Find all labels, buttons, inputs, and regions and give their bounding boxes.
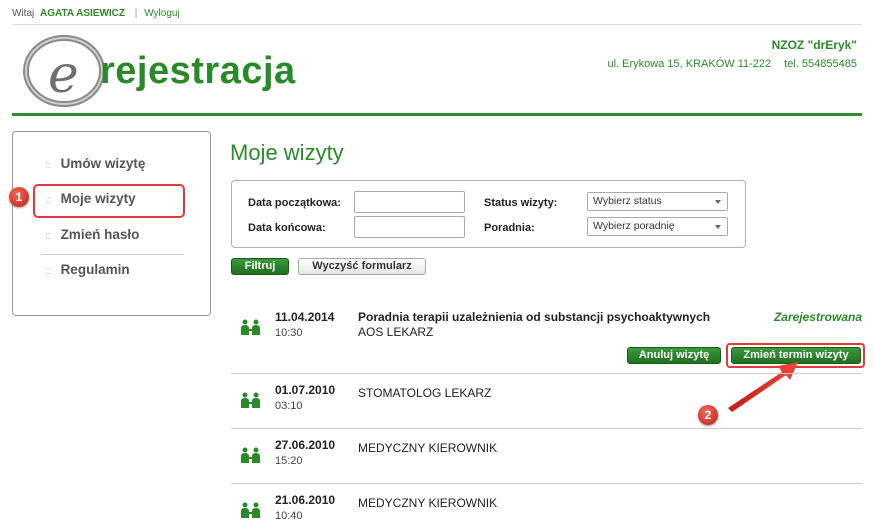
status-selected-value: Wybierz status	[593, 195, 662, 207]
cancel-visit-button[interactable]: Anuluj wizytę	[627, 347, 721, 364]
end-date-input[interactable]	[354, 216, 465, 238]
sidebar-item-regulamin[interactable]: :: Regulamin	[45, 262, 130, 277]
clinic-name: NZOZ "drEryk"	[771, 38, 857, 52]
visit-time: 03:10	[275, 400, 303, 412]
sidebar-item-umow-wizyte[interactable]: :: Umów wizytę	[45, 156, 145, 171]
username: AGATA ASIEWICZ	[40, 8, 126, 19]
visit-status: Zarejestrowana	[773, 310, 862, 324]
header-divider	[12, 113, 862, 116]
patient-doctor-icon	[241, 447, 260, 463]
visit-time: 15:20	[275, 455, 303, 467]
visit-date: 21.06.2010	[275, 493, 336, 507]
sidebar-divider	[41, 254, 184, 255]
visit-date: 01.07.2010	[275, 383, 336, 397]
logout-link[interactable]: Wyloguj	[144, 8, 179, 19]
sidebar-item-moje-wizyty[interactable]: :: Moje wizyty	[45, 191, 136, 206]
chevron-down-icon	[715, 225, 721, 229]
clinic-phone: tel. 554855485	[784, 58, 857, 70]
visit-time: 10:30	[275, 327, 303, 339]
clinic-info: NZOZ "drEryk" ul. Erykowa 15, KRAKÓW 11-…	[597, 38, 857, 70]
visit-doctor: STOMATOLOG LEKARZ	[358, 386, 492, 400]
sidebar-item-label: Regulamin	[60, 262, 130, 277]
status-label: Status wizyty:	[484, 197, 558, 209]
chevron-down-icon	[715, 200, 721, 204]
clinic-select[interactable]: Wybierz poradnię	[587, 217, 728, 236]
visit-doctor: AOS LEKARZ	[358, 325, 434, 339]
sidebar-bullet: ::	[45, 160, 51, 171]
page-title: Moje wizyty	[230, 140, 344, 165]
clinic-address: ul. Erykowa 15, KRAKÓW 11-222	[607, 58, 772, 70]
visit-time: 10:40	[275, 510, 303, 522]
clinic-label: Poradnia:	[484, 222, 535, 234]
patient-doctor-icon	[241, 319, 260, 335]
sidebar-bullet: ::	[45, 231, 51, 242]
sidebar-bullet: ::	[45, 266, 51, 277]
sidebar-item-label: Umów wizytę	[60, 156, 146, 171]
visit-row: 01.07.2010 03:10 STOMATOLOG LEKARZ	[231, 383, 862, 423]
visit-date: 27.06.2010	[275, 438, 336, 452]
end-date-label: Data końcowa:	[248, 222, 326, 234]
patient-doctor-icon	[241, 392, 260, 408]
start-date-label: Data początkowa:	[248, 197, 341, 209]
app-logo[interactable]: e rejestracja	[22, 34, 322, 108]
sidebar-item-zmien-haslo[interactable]: :: Zmień hasło	[45, 227, 139, 242]
visit-doctor: MEDYCZNY KIEROWNIK	[358, 441, 498, 455]
sidebar-item-label: Moje wizyty	[60, 191, 136, 206]
logo-e-icon: e	[23, 35, 105, 107]
annotation-badge-1: 1	[9, 187, 29, 207]
visit-date: 11.04.2014	[275, 310, 335, 324]
visit-divider	[231, 373, 862, 374]
status-select[interactable]: Wybierz status	[587, 192, 728, 211]
visit-doctor: MEDYCZNY KIEROWNIK	[358, 496, 498, 510]
visit-clinic: Poradnia terapii uzależnienia od substan…	[358, 310, 711, 324]
visit-divider	[231, 428, 862, 429]
clinic-selected-value: Wybierz poradnię	[593, 220, 675, 232]
logo-text: rejestracja	[100, 50, 296, 92]
topbar-separator: |	[134, 8, 138, 19]
visit-row: 27.06.2010 15:20 MEDYCZNY KIEROWNIK	[231, 438, 862, 478]
sidebar-bullet: ::	[45, 195, 51, 206]
visit-row: 21.06.2010 10:40 MEDYCZNY KIEROWNIK	[231, 493, 862, 531]
visit-divider	[231, 483, 862, 484]
start-date-input[interactable]	[354, 191, 465, 213]
logo-letter: e	[48, 45, 79, 105]
clear-form-button[interactable]: Wyczyść formularz	[298, 258, 426, 275]
filter-button[interactable]: Filtruj	[231, 258, 289, 275]
sidebar-nav: :: Umów wizytę :: Moje wizyty :: Zmień hasł…	[12, 131, 211, 316]
filter-form: Data początkowa: Data końcowa: Status wi…	[231, 180, 746, 248]
patient-doctor-icon	[241, 502, 260, 518]
top-divider	[12, 24, 862, 25]
user-bar: Witaj AGATA ASIEWICZ | Wyloguj	[12, 8, 180, 19]
greeting-text: Witaj	[12, 8, 35, 19]
sidebar-item-label: Zmień hasło	[60, 227, 140, 242]
